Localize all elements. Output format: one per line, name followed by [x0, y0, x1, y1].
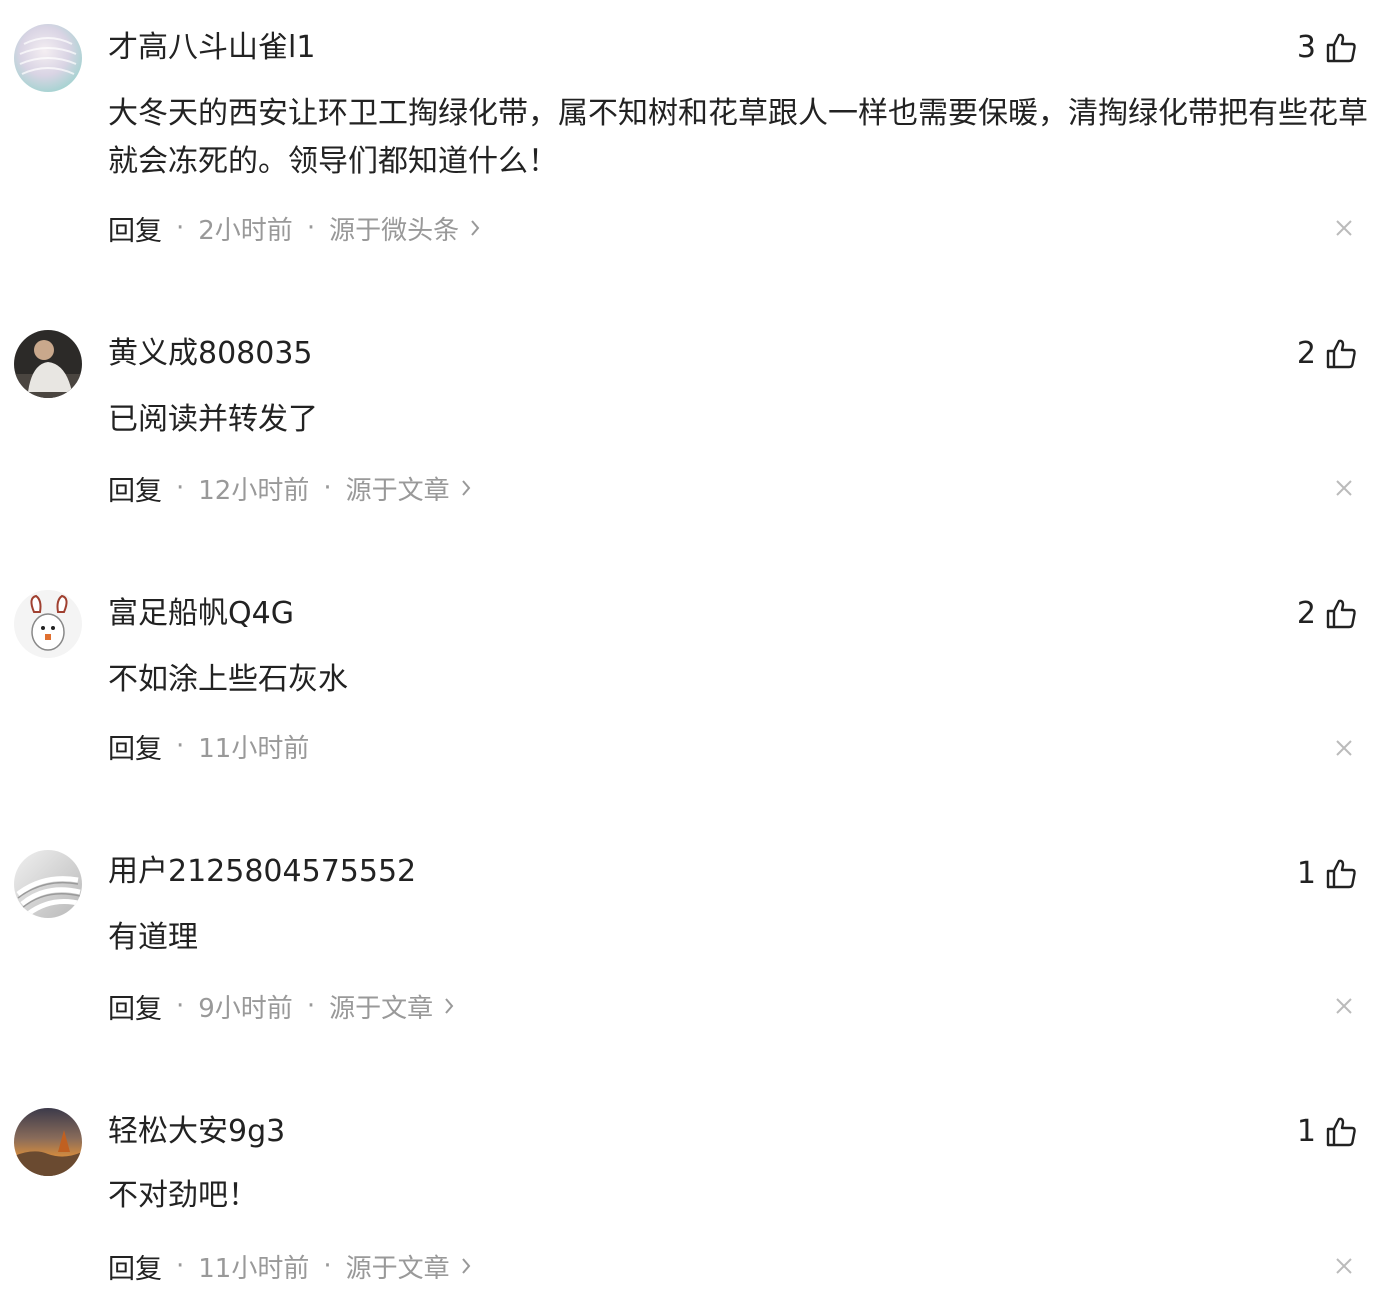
separator-dot: · [176, 213, 185, 243]
source-link[interactable]: 源于文章 [329, 988, 433, 1025]
username[interactable]: 轻松大安9g3 [108, 1112, 285, 1152]
comment-meta: 回复 · 11小时前 [108, 726, 309, 766]
like-count: 2 [1296, 336, 1316, 371]
close-icon[interactable] [1334, 478, 1354, 498]
comment-text: 有道理 [108, 920, 198, 955]
separator-dot: · [176, 473, 185, 503]
separator-dot: · [176, 731, 185, 761]
avatar[interactable] [14, 330, 82, 398]
comment-text: 不如涂上些石灰水 [108, 662, 348, 697]
chevron-right-icon[interactable] [443, 996, 455, 1016]
like-count: 1 [1296, 1114, 1316, 1149]
like-count: 2 [1296, 596, 1316, 631]
comment-meta: 回复 · 2小时前 · 源于微头条 [108, 208, 481, 248]
timestamp: 12小时前 [198, 475, 310, 506]
close-icon[interactable] [1334, 996, 1354, 1016]
close-icon[interactable] [1334, 1256, 1354, 1276]
reply-button[interactable]: 回复 [108, 727, 162, 766]
close-icon[interactable] [1334, 218, 1354, 238]
timestamp: 11小时前 [198, 733, 310, 764]
separator-dot: · [306, 991, 316, 1021]
avatar[interactable] [14, 1108, 82, 1176]
comment-meta: 回复 · 9小时前 · 源于文章 [108, 986, 455, 1026]
username[interactable]: 才高八斗山雀l1 [108, 28, 315, 68]
thumbs-up-icon [1324, 337, 1358, 371]
chevron-right-icon[interactable] [460, 1256, 472, 1276]
separator-dot: · [323, 473, 332, 503]
like-button[interactable]: 1 [1297, 1110, 1358, 1154]
close-icon[interactable] [1334, 738, 1354, 758]
separator-dot: · [323, 1251, 332, 1281]
separator-dot: · [176, 1251, 185, 1281]
source-link[interactable]: 源于文章 [346, 470, 450, 507]
source-link[interactable]: 源于微头条 [329, 210, 459, 247]
comment-text: 已阅读并转发了 [108, 402, 318, 437]
timestamp: 2小时前 [198, 215, 293, 246]
thumbs-up-icon [1324, 31, 1358, 65]
like-count: 1 [1296, 856, 1316, 891]
chevron-right-icon[interactable] [460, 478, 472, 498]
username[interactable]: 富足船帆Q4G [108, 594, 294, 634]
comment-meta: 回复 · 11小时前 · 源于文章 [108, 1246, 472, 1286]
username[interactable]: 用户2125804575552 [108, 852, 416, 892]
reply-button[interactable]: 回复 [108, 987, 162, 1026]
timestamp: 11小时前 [198, 1253, 310, 1284]
chevron-right-icon[interactable] [469, 218, 481, 238]
separator-dot: · [176, 991, 185, 1021]
avatar[interactable] [14, 24, 82, 92]
comment-text: 不对劲吧！ [108, 1178, 258, 1213]
separator-dot: · [306, 213, 316, 243]
thumbs-up-icon [1324, 857, 1358, 891]
avatar[interactable] [14, 850, 82, 918]
source-link[interactable]: 源于文章 [346, 1248, 450, 1285]
thumbs-up-icon [1324, 1115, 1358, 1149]
like-button[interactable]: 1 [1297, 852, 1358, 896]
like-button[interactable]: 2 [1297, 332, 1358, 376]
reply-button[interactable]: 回复 [108, 469, 162, 508]
reply-button[interactable]: 回复 [108, 209, 162, 248]
comment-meta: 回复 · 12小时前 · 源于文章 [108, 468, 472, 508]
avatar[interactable] [14, 590, 82, 658]
like-button[interactable]: 3 [1297, 26, 1358, 70]
like-button[interactable]: 2 [1297, 592, 1358, 636]
timestamp: 9小时前 [198, 993, 293, 1024]
like-count: 3 [1296, 30, 1316, 65]
comment-list: 才高八斗山雀l1 3 大冬天的西安让环卫工掏绿化带，属不知树和花草跟人一样也需要… [0, 0, 1392, 1304]
reply-button[interactable]: 回复 [108, 1247, 162, 1286]
username[interactable]: 黄义成808035 [108, 334, 313, 374]
thumbs-up-icon [1324, 597, 1358, 631]
comment-text: 大冬天的西安让环卫工掏绿化带，属不知树和花草跟人一样也需要保暖，清掏绿化带把有些… [108, 96, 1368, 179]
